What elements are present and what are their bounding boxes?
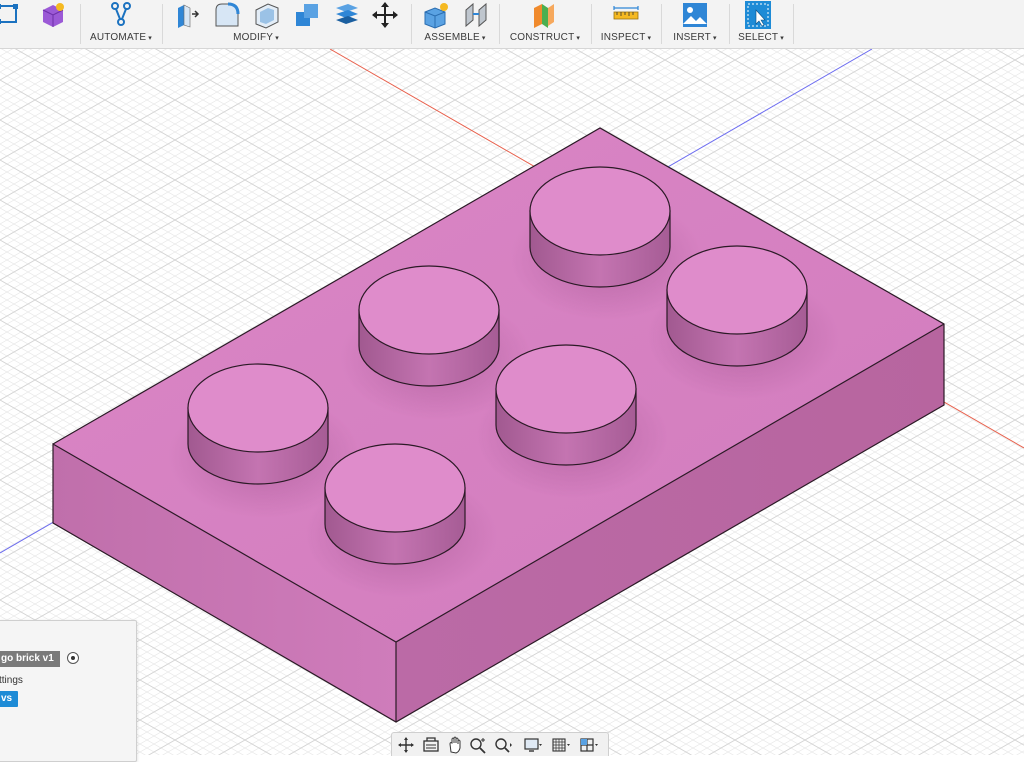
insert-group[interactable]: INSERT ▾ (665, 0, 725, 48)
joint-icon[interactable] (461, 0, 491, 30)
toolbar-separator (793, 4, 794, 44)
split-body-icon[interactable] (332, 0, 362, 30)
stud-3[interactable] (358, 265, 500, 387)
toolbar: AUTOMATE ▾ MODIFY ▾ ASSEMBLE ▾ CONSTRUCT… (0, 0, 1024, 49)
insert-image-icon[interactable] (680, 0, 710, 30)
toolbar-separator (591, 4, 592, 44)
form-icon[interactable] (38, 0, 68, 30)
insert-menu-label[interactable]: INSERT ▾ (665, 32, 725, 43)
move-icon[interactable] (370, 0, 400, 30)
stud-5[interactable] (187, 363, 329, 485)
modify-group[interactable]: MODIFY ▾ (166, 0, 406, 48)
document-name-chip[interactable]: go brick v1 (0, 651, 60, 667)
sketch-icon[interactable] (0, 0, 24, 30)
display-settings-icon[interactable] (523, 736, 543, 754)
shell-icon[interactable] (252, 0, 282, 30)
pan-icon[interactable] (445, 736, 465, 754)
zoom-icon[interactable] (468, 736, 488, 754)
canvas-viewport[interactable] (0, 49, 1024, 755)
assemble-group[interactable]: ASSEMBLE ▾ (415, 0, 495, 48)
select-menu-label[interactable]: SELECT ▾ (733, 32, 789, 43)
active-radio-icon[interactable] (67, 652, 79, 664)
stud-6[interactable] (324, 443, 466, 565)
stud-2[interactable] (666, 245, 808, 367)
toolbar-separator (80, 4, 81, 44)
inspect-menu-label[interactable]: INSPECT ▾ (595, 32, 657, 43)
look-at-icon[interactable] (421, 736, 441, 754)
assemble-menu-label[interactable]: ASSEMBLE ▾ (415, 32, 495, 43)
orbit-icon[interactable] (396, 736, 416, 754)
fit-icon[interactable] (493, 736, 513, 754)
toolbar-separator (729, 4, 730, 44)
document-settings-label[interactable]: ttings (0, 675, 23, 686)
new-component-icon[interactable] (421, 0, 451, 30)
navigation-bar (391, 732, 609, 756)
browser-panel: go brick v1 ttings vs (0, 620, 137, 762)
select-group[interactable]: SELECT ▾ (733, 0, 789, 48)
named-views-button[interactable]: vs (0, 691, 18, 707)
press-pull-icon[interactable] (172, 0, 202, 30)
inspect-group[interactable]: INSPECT ▾ (595, 0, 657, 48)
toolbar-separator (661, 4, 662, 44)
combine-icon[interactable] (292, 0, 322, 30)
construct-group[interactable]: CONSTRUCT ▾ (503, 0, 587, 48)
measure-icon[interactable] (611, 0, 641, 30)
fillet-icon[interactable] (212, 0, 242, 30)
offset-plane-icon[interactable] (530, 0, 560, 30)
automate-icon[interactable] (106, 0, 136, 30)
construct-menu-label[interactable]: CONSTRUCT ▾ (503, 32, 587, 43)
model-canvas[interactable] (0, 49, 1024, 755)
toolbar-separator (411, 4, 412, 44)
modify-menu-label[interactable]: MODIFY ▾ (106, 32, 406, 43)
grid-settings-icon[interactable] (551, 736, 571, 754)
viewports-icon[interactable] (579, 736, 599, 754)
toolbar-separator (499, 4, 500, 44)
stud-4[interactable] (495, 344, 637, 466)
select-icon[interactable] (743, 0, 773, 30)
stud-1[interactable] (529, 166, 671, 288)
